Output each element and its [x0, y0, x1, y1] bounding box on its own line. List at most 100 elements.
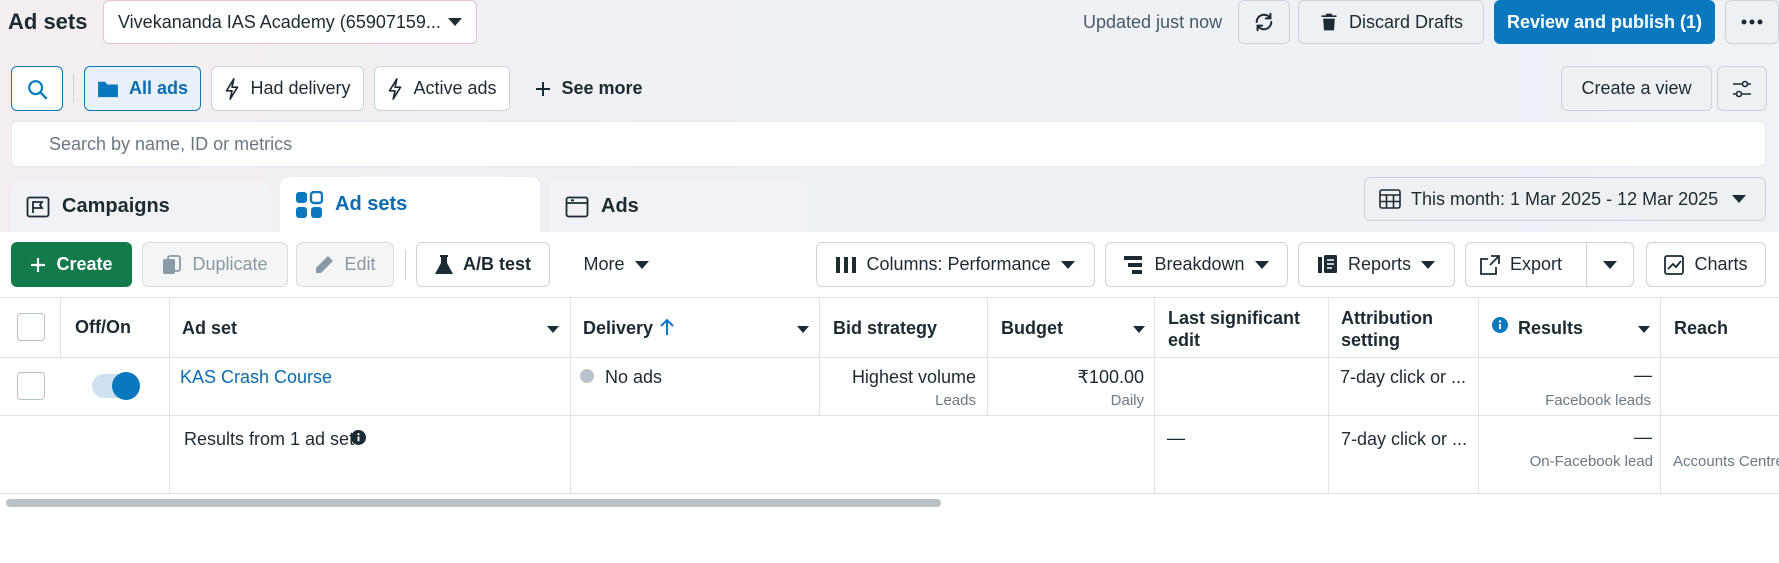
tab-campaigns[interactable]: Campaigns	[11, 181, 271, 232]
breakdown-button[interactable]: Breakdown	[1105, 242, 1288, 287]
budget-subtext: Daily	[1110, 392, 1144, 409]
refresh-button[interactable]	[1238, 0, 1290, 44]
see-more-button[interactable]: See more	[524, 66, 654, 111]
summary-results-value: —	[1634, 427, 1652, 447]
more-dots-icon	[1741, 19, 1763, 25]
create-button[interactable]: Create	[11, 242, 132, 287]
columns-button[interactable]: Columns: Performance	[816, 242, 1095, 287]
ab-test-button[interactable]: A/B test	[416, 242, 550, 287]
chevron-down-icon	[1254, 260, 1269, 269]
toolbar-divider	[405, 250, 406, 280]
budget-value[interactable]: ₹100.00	[1077, 367, 1144, 388]
summary-results-subtext: On-Facebook lead	[1529, 453, 1653, 470]
plus-icon	[31, 257, 46, 272]
see-more-label: See more	[561, 78, 643, 98]
view-settings-button[interactable]	[1717, 66, 1767, 111]
chevron-down-icon	[634, 260, 649, 269]
tab-ad-sets[interactable]: Ad sets	[280, 177, 540, 232]
chevron-down-icon	[1732, 195, 1747, 203]
col-divider	[1154, 297, 1155, 493]
column-header-ad-set[interactable]: Ad set	[182, 318, 237, 339]
charts-button[interactable]: Charts	[1646, 242, 1766, 287]
ad-set-sort-caret-icon[interactable]	[547, 326, 559, 333]
row-checkbox[interactable]	[17, 372, 45, 400]
duplicate-icon	[163, 254, 182, 274]
filter-all-ads[interactable]: All ads	[84, 66, 201, 111]
select-all-checkbox[interactable]	[17, 313, 45, 341]
discard-drafts-button[interactable]: Discard Drafts	[1298, 0, 1484, 44]
col-divider	[570, 297, 571, 493]
tab-ad-sets-label: Ad sets	[335, 193, 408, 215]
create-view-button[interactable]: Create a view	[1561, 66, 1712, 111]
browser-window-icon	[565, 196, 589, 217]
edit-button[interactable]: Edit	[296, 242, 394, 287]
lightning-icon	[389, 77, 402, 100]
bid-strategy-value: Highest volume	[851, 367, 976, 387]
column-header-results[interactable]: Results	[1518, 318, 1583, 339]
columns-label: Columns: Performance	[866, 254, 1051, 274]
folder-icon	[98, 81, 118, 97]
breakdown-icon	[1124, 255, 1143, 274]
more-options-button[interactable]	[1725, 0, 1779, 44]
account-selector[interactable]: Vivekananda IAS Academy (65907159...	[103, 0, 477, 44]
tab-campaigns-label: Campaigns	[62, 195, 170, 217]
breakdown-label: Breakdown	[1154, 254, 1245, 274]
charts-label: Charts	[1694, 254, 1748, 274]
budget-sort-caret-icon[interactable]	[1133, 326, 1145, 333]
grid-icon	[296, 190, 323, 218]
account-name: Vivekananda IAS Academy (65907159...	[118, 11, 441, 32]
search-input[interactable]	[12, 122, 1765, 166]
column-header-delivery[interactable]: Delivery	[583, 318, 653, 339]
info-icon[interactable]	[1492, 317, 1508, 333]
col-divider	[987, 297, 988, 415]
ab-test-label: A/B test	[462, 254, 531, 274]
column-header-last-significant-edit[interactable]: Last significant edit	[1168, 307, 1300, 351]
tab-ads[interactable]: Ads	[550, 181, 810, 232]
filter-active-ads-label: Active ads	[413, 78, 497, 98]
col-divider	[60, 297, 61, 357]
duplicate-button[interactable]: Duplicate	[142, 242, 288, 287]
toggle-knob	[112, 372, 140, 400]
column-header-bid-strategy[interactable]: Bid strategy	[833, 318, 937, 339]
column-header-attribution-setting[interactable]: Attribution setting	[1341, 307, 1433, 351]
ad-set-on-off-toggle[interactable]	[92, 372, 140, 400]
filter-had-delivery[interactable]: Had delivery	[211, 66, 364, 111]
create-view-label: Create a view	[1581, 78, 1692, 98]
header-line: Attribution	[1341, 308, 1433, 328]
delivery-sort-caret-icon[interactable]	[797, 326, 809, 333]
page-title: Ad sets	[8, 9, 88, 34]
filter-had-delivery-label: Had delivery	[250, 78, 351, 98]
create-label: Create	[56, 254, 113, 274]
column-header-budget[interactable]: Budget	[1001, 318, 1063, 339]
more-button[interactable]: More	[566, 242, 666, 287]
attribution-value: 7-day click or ...	[1340, 367, 1467, 387]
col-divider	[1328, 297, 1329, 493]
plus-icon	[536, 81, 551, 96]
sort-ascending-arrow-icon	[660, 318, 674, 335]
search-toggle-button[interactable]	[11, 66, 63, 111]
reports-button[interactable]: Reports	[1298, 242, 1455, 287]
col-divider	[1660, 297, 1661, 493]
review-and-publish-button[interactable]: Review and publish (1)	[1494, 0, 1715, 44]
chevron-down-icon	[1603, 260, 1617, 269]
summary-reach-subtext: Accounts Centre	[1673, 453, 1779, 470]
trash-icon	[1321, 13, 1337, 31]
export-icon	[1480, 254, 1500, 275]
results-subtext: Facebook leads	[1545, 392, 1651, 409]
date-range-picker[interactable]: This month: 1 Mar 2025 - 12 Mar 2025	[1364, 177, 1766, 221]
search-bar	[11, 121, 1766, 167]
results-sort-caret-icon[interactable]	[1638, 326, 1650, 333]
filter-active-ads[interactable]: Active ads	[374, 66, 510, 111]
info-icon[interactable]	[351, 430, 366, 445]
column-header-reach[interactable]: Reach	[1674, 318, 1728, 339]
export-dropdown-button[interactable]	[1587, 243, 1633, 286]
ad-set-name-link[interactable]: KAS Crash Course	[180, 367, 332, 388]
horizontal-scrollbar[interactable]	[6, 499, 941, 507]
delivery-status: No ads	[605, 367, 663, 387]
header-line: edit	[1168, 330, 1201, 350]
bid-strategy-subtext: Leads	[935, 392, 976, 409]
refresh-icon	[1255, 12, 1273, 32]
summary-last-edit: —	[1167, 428, 1185, 448]
review-and-publish-label: Review and publish (1)	[1506, 11, 1703, 32]
results-value: —	[1634, 365, 1652, 385]
